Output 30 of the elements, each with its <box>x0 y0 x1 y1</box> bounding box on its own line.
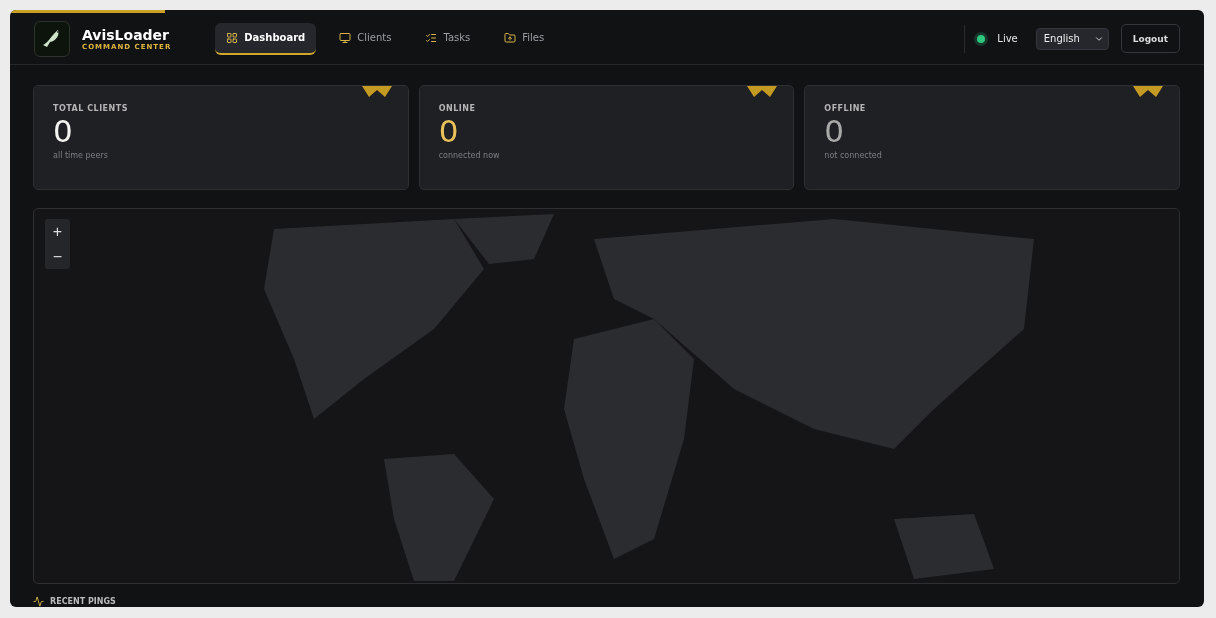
stat-caption: connected now <box>438 151 501 160</box>
logout-button[interactable]: Logout <box>1120 24 1180 53</box>
ribbon-icon <box>361 86 392 97</box>
bird-logo-icon <box>34 20 70 57</box>
zoom-out-button[interactable]: − <box>45 244 70 269</box>
stat-value: 0 <box>438 113 460 149</box>
monitor-icon <box>339 31 352 44</box>
stat-value: 0 <box>53 113 74 149</box>
folder-icon <box>504 31 517 44</box>
nav-tab[interactable]: Files <box>493 22 556 55</box>
language-select[interactable]: English <box>1035 27 1109 50</box>
world-map[interactable]: + − <box>33 208 1180 584</box>
pulse-icon <box>33 596 44 607</box>
stat-value: 0 <box>824 113 846 149</box>
stat-caption: not connected <box>824 151 883 160</box>
brand-name: AvisLoader <box>82 26 170 43</box>
stat-title: TOTAL CLIENTS <box>53 104 129 113</box>
checklist-icon <box>425 31 438 44</box>
ribbon-icon <box>1133 86 1163 97</box>
nav-tab[interactable]: Dashboard <box>215 22 317 55</box>
ribbon-icon <box>747 86 778 97</box>
stat-caption: all time peers <box>53 151 109 160</box>
stat-title: ONLINE <box>438 104 477 113</box>
section-title: RECENT PINGS <box>50 597 116 606</box>
grid-icon <box>226 31 239 44</box>
nav-tab[interactable]: Clients <box>328 22 403 55</box>
status-label: Live <box>997 33 1018 44</box>
nav-tab[interactable]: Tasks <box>414 22 482 55</box>
zoom-in-button[interactable]: + <box>45 219 70 244</box>
stat-title: OFFLINE <box>824 104 867 113</box>
